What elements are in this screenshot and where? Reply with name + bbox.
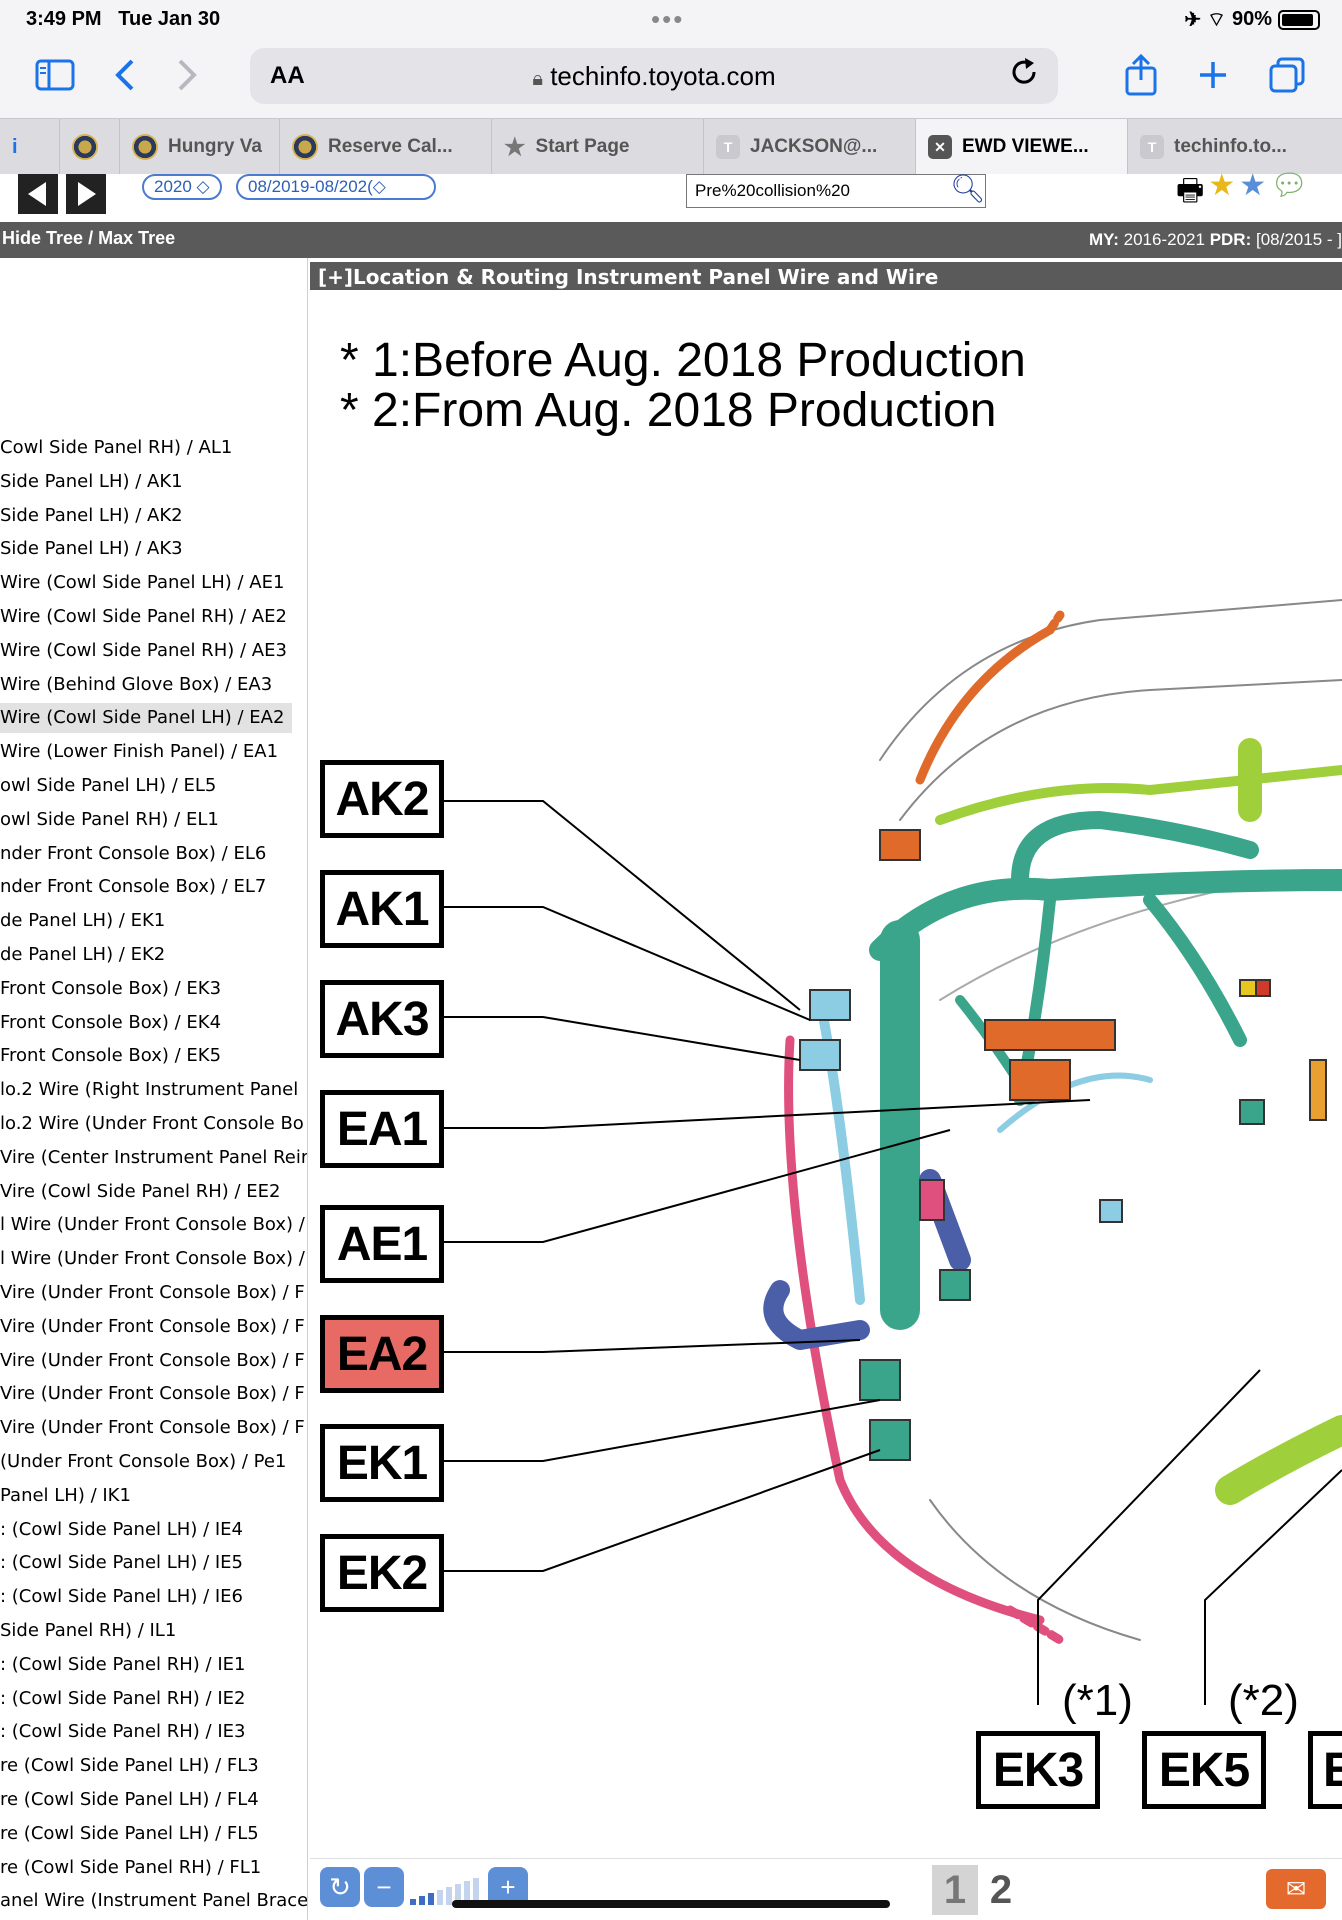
- connector-label-ak3[interactable]: AK3: [320, 980, 444, 1058]
- zoom-level-bar[interactable]: [410, 1899, 416, 1905]
- zoom-level-bar[interactable]: [437, 1890, 443, 1905]
- viewer-bottom-bar: ↻ − + 1 2 ✉: [310, 1858, 1342, 1920]
- page-1-button[interactable]: 1: [932, 1865, 978, 1915]
- connector-label-ek3[interactable]: EK3: [976, 1731, 1100, 1809]
- connector-label-ak1[interactable]: AK1: [320, 870, 444, 948]
- page-selector: 1 2: [932, 1865, 1024, 1915]
- variant-label-2: (*2): [1228, 1676, 1299, 1725]
- zoom-level-bar[interactable]: [428, 1893, 434, 1905]
- connector-label-ek1[interactable]: EK1: [320, 1424, 444, 1502]
- connector-label-ea2[interactable]: EA2: [320, 1315, 444, 1393]
- connector-label-partial[interactable]: E: [1308, 1731, 1342, 1809]
- wiring-diagram: [443, 599, 1342, 1705]
- home-indicator: [452, 1900, 890, 1908]
- connector-label-ea1[interactable]: EA1: [320, 1090, 444, 1168]
- variant-label-1: (*1): [1062, 1676, 1133, 1725]
- connector-label-ek2[interactable]: EK2: [320, 1534, 444, 1612]
- connector-label-ae1[interactable]: AE1: [320, 1205, 444, 1283]
- feedback-icon[interactable]: ✉: [1266, 1869, 1326, 1909]
- zoom-level-bar[interactable]: [419, 1896, 425, 1905]
- page-2-button[interactable]: 2: [978, 1865, 1024, 1915]
- zoom-out-icon[interactable]: −: [364, 1867, 404, 1907]
- connector-label-ek5[interactable]: EK5: [1142, 1731, 1266, 1809]
- connector-label-ak2[interactable]: AK2: [320, 760, 444, 838]
- refresh-view-icon[interactable]: ↻: [320, 1867, 360, 1907]
